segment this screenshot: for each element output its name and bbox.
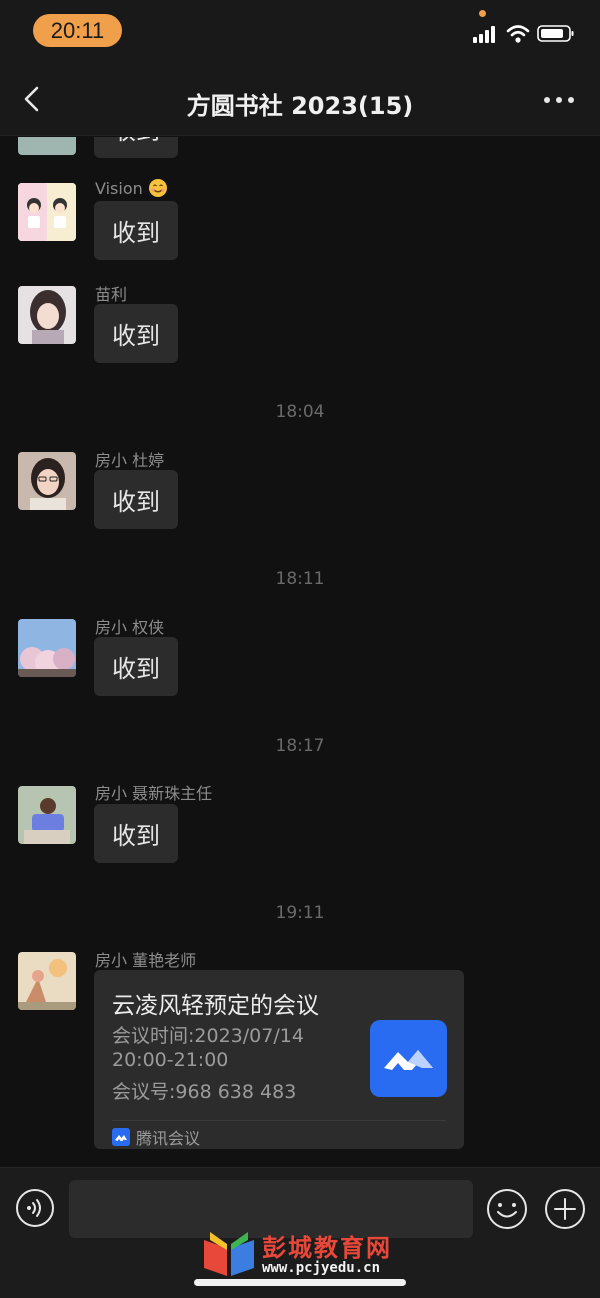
- status-bar: 20:11: [0, 0, 600, 62]
- book-logo-icon: [204, 1232, 254, 1276]
- avatar[interactable]: [18, 452, 76, 510]
- sender-name: Vision: [95, 178, 168, 198]
- message-bubble[interactable]: 收到: [94, 470, 178, 529]
- message-list[interactable]: 收到 Vision 收到 苗利 收到 18:04: [0, 137, 600, 1167]
- watermark-url: www.pcjyedu.cn: [262, 1260, 381, 1276]
- avatar[interactable]: [18, 952, 76, 1010]
- privacy-indicator-dot: [479, 10, 486, 17]
- message-bubble[interactable]: 收到: [94, 201, 178, 260]
- watermark-text: 彭城教育网: [262, 1234, 392, 1262]
- more-functions-plus-icon[interactable]: [544, 1188, 586, 1230]
- sender-name: 房小 杜婷: [95, 451, 165, 470]
- smiling-face-emoji-icon: [148, 179, 167, 197]
- home-indicator[interactable]: [194, 1279, 406, 1286]
- card-divider: [112, 1120, 446, 1121]
- meeting-time: 会议时间:2023/07/14: [112, 1025, 304, 1047]
- tencent-meeting-logo-icon: [370, 1020, 447, 1097]
- chat-title: 方圆书社 2023(15): [186, 92, 414, 120]
- sender-name: 房小 聂新珠主任: [95, 784, 213, 803]
- wifi-icon: [506, 25, 530, 43]
- voice-input-icon[interactable]: [15, 1188, 55, 1228]
- meeting-id: 会议号:968 638 483: [112, 1081, 297, 1103]
- message-bubble[interactable]: 收到: [94, 137, 178, 158]
- status-time: 20:11: [33, 14, 122, 47]
- time-divider: 18:17: [275, 736, 325, 756]
- more-options-icon[interactable]: [540, 92, 578, 108]
- message-bubble[interactable]: 收到: [94, 304, 178, 363]
- site-watermark: 彭城教育网 www.pcjyedu.cn: [200, 1226, 410, 1286]
- chat-header: 方圆书社 2023(15): [0, 62, 600, 136]
- meeting-title: 云凌风轻预定的会议: [112, 993, 319, 1019]
- message-bubble[interactable]: 收到: [94, 804, 178, 863]
- sender-name: 苗利: [95, 285, 128, 304]
- emoji-picker-icon[interactable]: [486, 1188, 528, 1230]
- time-divider: 18:04: [275, 402, 325, 422]
- app-name: 腾讯会议: [136, 1129, 201, 1148]
- card-source: 腾讯会议: [112, 1125, 200, 1149]
- tencent-meeting-small-icon: [112, 1128, 130, 1146]
- avatar[interactable]: [18, 619, 76, 677]
- avatar[interactable]: [18, 183, 76, 241]
- time-divider: 18:11: [275, 569, 325, 589]
- input-bar: 彭城教育网 www.pcjyedu.cn: [0, 1167, 600, 1298]
- cellular-signal-icon: [473, 26, 495, 43]
- avatar[interactable]: [18, 137, 76, 155]
- message-bubble[interactable]: 收到: [94, 637, 178, 696]
- sender-name: 房小 权侠: [95, 618, 165, 637]
- sender-name: 房小 董艳老师: [95, 951, 197, 970]
- battery-icon: [537, 25, 574, 42]
- avatar[interactable]: [18, 286, 76, 344]
- time-divider: 19:11: [275, 903, 325, 923]
- avatar[interactable]: [18, 786, 76, 844]
- meeting-time-range: 20:00-21:00: [112, 1049, 229, 1071]
- meeting-card[interactable]: 云凌风轻预定的会议 会议时间:2023/07/14 20:00-21:00 会议…: [94, 970, 464, 1149]
